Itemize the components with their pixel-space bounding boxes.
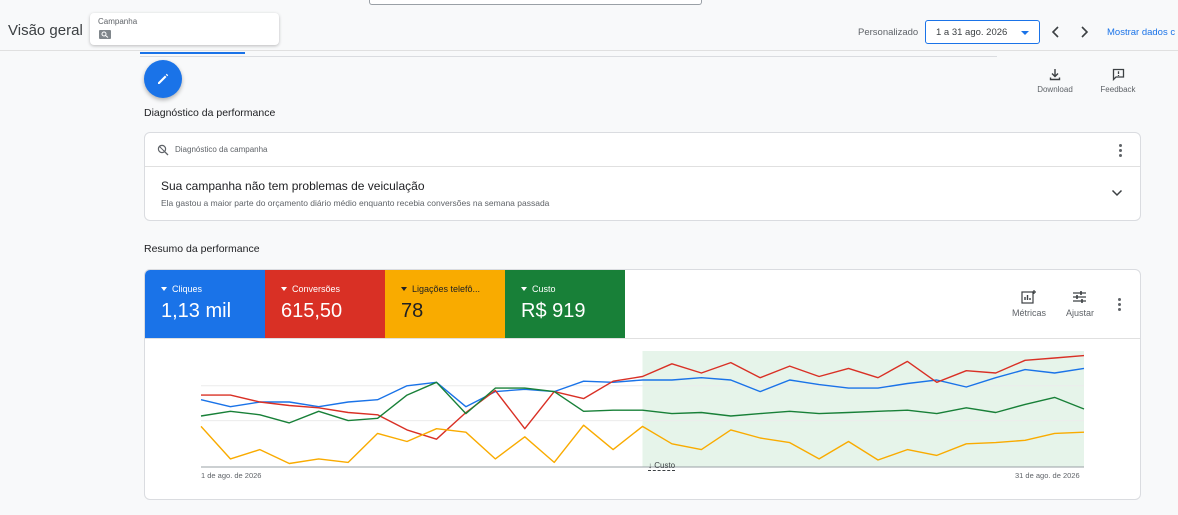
- metric-value: 615,50: [281, 300, 343, 322]
- show-data-link[interactable]: Mostrar dados c: [1107, 27, 1175, 38]
- campaign-search-icon: [99, 30, 111, 39]
- previous-period-button[interactable]: [1048, 24, 1064, 40]
- diagnostics-card-title: Diagnóstico da campanha: [175, 145, 268, 154]
- feedback-button[interactable]: Feedback: [1093, 66, 1143, 96]
- content-divider: [140, 56, 997, 57]
- metric-name: Custo: [521, 284, 617, 294]
- download-button[interactable]: Download: [1030, 66, 1080, 96]
- metrics-label: Métricas: [1011, 308, 1046, 318]
- performance-section-title: Resumo da performance: [144, 243, 260, 255]
- performance-line-chart: [200, 351, 1085, 468]
- pencil-icon: [158, 73, 169, 84]
- next-period-button[interactable]: [1076, 24, 1092, 40]
- arrow-down-icon: ↓: [648, 461, 652, 470]
- x-axis-start-label: 1 de ago. de 2026: [201, 471, 262, 480]
- campaign-selector-label: Campanha: [98, 17, 138, 26]
- download-icon: [1049, 69, 1061, 81]
- date-range-value: 1 a 31 ago. 2026: [936, 27, 1008, 38]
- diagnostics-section-title: Diagnóstico da performance: [144, 107, 276, 119]
- edit-fab-button[interactable]: [144, 60, 182, 98]
- performance-more-menu-icon[interactable]: [1118, 298, 1122, 312]
- header-divider: [0, 50, 1178, 51]
- highlighted-period-region: [642, 351, 1084, 467]
- diagnostics-card-header: Diagnóstico da campanha: [145, 133, 1140, 167]
- page-header: Visão geral Campanha Personalizado 1 a 3…: [0, 0, 1178, 52]
- campaign-selector[interactable]: Campanha: [90, 13, 279, 45]
- feedback-label: Feedback: [1100, 85, 1136, 94]
- date-range-type-label: Personalizado: [858, 27, 919, 38]
- tune-icon: [1073, 291, 1086, 303]
- metric-name: Cliques: [161, 284, 257, 294]
- download-label: Download: [1037, 85, 1073, 94]
- diagnostics-status-text: Sua campanha não tem problemas de veicul…: [161, 179, 425, 193]
- metric-tile-phone-calls[interactable]: Ligações telefô... 78: [385, 270, 505, 338]
- page-title: Visão geral: [8, 22, 83, 39]
- metric-tile-cost[interactable]: Custo R$ 919: [505, 270, 625, 338]
- metric-tile-clicks[interactable]: Cliques 1,13 mil: [145, 270, 265, 338]
- chevron-left-icon: [1051, 26, 1059, 38]
- feedback-icon: [1112, 68, 1125, 81]
- metric-tile-conversions[interactable]: Conversões 615,50: [265, 270, 385, 338]
- diagnostics-more-menu-icon[interactable]: [1119, 144, 1123, 158]
- expand-chevron-down-icon[interactable]: [1110, 186, 1124, 200]
- metric-value: 1,13 mil: [161, 300, 232, 322]
- diagnostics-detail-text: Ela gastou a maior parte do orçamento di…: [161, 198, 550, 208]
- date-range-select[interactable]: 1 a 31 ago. 2026: [925, 20, 1040, 44]
- chevron-right-icon: [1081, 26, 1089, 38]
- x-axis-end-label: 31 de ago. de 2026: [1015, 471, 1080, 480]
- performance-summary-card: Cliques 1,13 mil Conversões 615,50 Ligaç…: [144, 269, 1141, 500]
- metric-value: R$ 919: [521, 300, 586, 322]
- caret-down-icon: [1021, 31, 1029, 35]
- cost-annotation-marker[interactable]: ↓ Custo: [648, 461, 676, 471]
- metric-name: Conversões: [281, 284, 377, 294]
- cost-annotation-label: Custo: [654, 461, 676, 470]
- campaign-diagnostics-card: Diagnóstico da campanha Sua campanha não…: [144, 132, 1141, 221]
- metric-value: 78: [401, 300, 424, 322]
- metric-name: Ligações telefô...: [401, 284, 497, 294]
- active-tab-indicator: [140, 52, 245, 54]
- adjust-label: Ajustar: [1065, 308, 1094, 318]
- diagnostics-search-icon: [157, 144, 169, 156]
- bar-chart-add-icon: [1021, 290, 1036, 304]
